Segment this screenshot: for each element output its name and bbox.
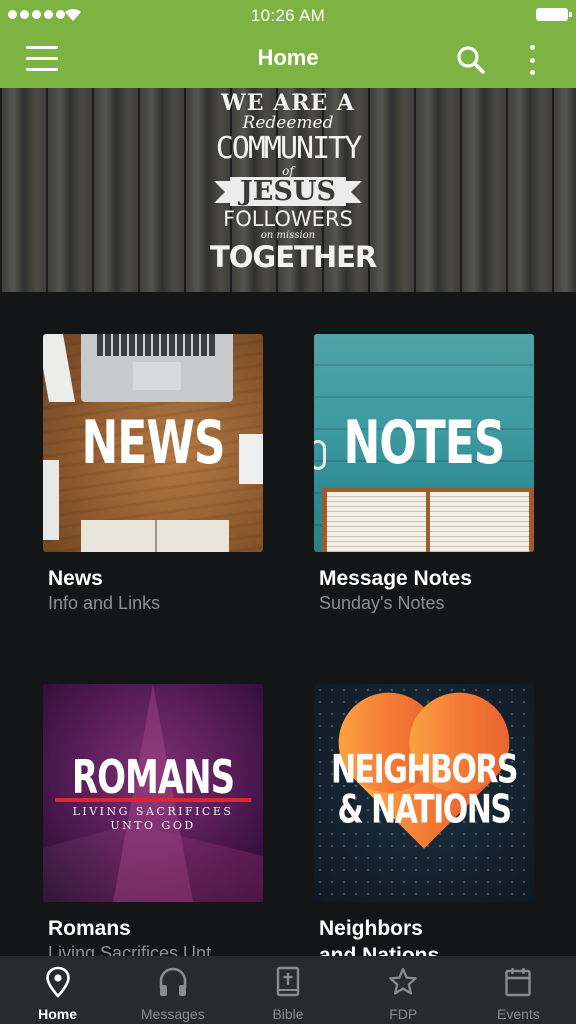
headphones-icon <box>159 967 187 996</box>
image-text: & NATIONS <box>337 787 512 834</box>
card-subtitle: Sunday's Notes <box>319 593 445 614</box>
tab-events[interactable]: Events <box>461 956 576 1024</box>
banner-line: COMMUNITY <box>215 131 363 166</box>
card-title: News <box>48 567 103 590</box>
tab-label: Home <box>38 1006 78 1022</box>
neighbors-image: NEIGHBORS & NATIONS <box>314 684 534 902</box>
tab-label: FDP <box>389 1006 418 1022</box>
tab-bible[interactable]: Bible <box>230 956 345 1024</box>
page-title: Home <box>257 45 319 70</box>
battery-icon <box>536 8 572 21</box>
map-pin-icon <box>45 966 70 998</box>
hero-banner: WE ARE A Redeemed COMMUNITY of JESUS FOL… <box>0 88 576 292</box>
menu-button[interactable] <box>26 46 60 74</box>
tab-label: Messages <box>140 1006 205 1022</box>
card-title: Neighbors <box>319 917 423 940</box>
image-text: NEWS <box>81 409 225 478</box>
content-grid: NEWS News Info and Links NOTES Message N… <box>0 292 576 956</box>
banner-line: JESUS <box>214 177 362 206</box>
banner-line: WE ARE A <box>221 90 355 116</box>
news-image: NEWS <box>43 334 263 552</box>
image-subtext: LIVING SACRIFICES UNTO GOD <box>72 805 234 832</box>
notes-image: NOTES <box>314 334 534 552</box>
status-bar: 10:26 AM <box>0 0 576 30</box>
tab-home[interactable]: Home <box>0 956 115 1024</box>
image-text: ROMANS <box>71 751 235 805</box>
card-title: Message Notes <box>319 567 472 590</box>
banner-line: TOGETHER <box>210 240 377 274</box>
search-icon[interactable] <box>455 44 487 76</box>
tab-messages[interactable]: Messages <box>115 956 230 1024</box>
card-neighbors-nations[interactable]: NEIGHBORS & NATIONS Neighbors and Nation… <box>314 684 534 956</box>
more-options-button[interactable] <box>520 44 544 76</box>
card-title: Romans <box>48 917 131 940</box>
star-icon <box>389 967 417 995</box>
banner-typography: WE ARE A Redeemed COMMUNITY of JESUS FOL… <box>210 88 377 292</box>
app-bar: Home <box>0 30 576 88</box>
card-romans[interactable]: ROMANS LIVING SACRIFICES UNTO GOD Romans… <box>43 684 263 956</box>
divider <box>55 798 251 802</box>
banner-line: FOLLOWERS <box>223 207 353 231</box>
card-message-notes[interactable]: NOTES Message Notes Sunday's Notes <box>314 334 534 615</box>
image-text: NEIGHBORS <box>330 747 519 794</box>
image-text: NOTES <box>343 409 506 478</box>
card-subtitle: and Nations <box>319 944 440 956</box>
banner-line: Redeemed <box>242 113 334 133</box>
card-subtitle: Living Sacrifices Unt <box>48 943 212 956</box>
tab-label: Bible <box>272 1006 304 1022</box>
status-time: 10:26 AM <box>250 6 326 25</box>
tab-label: Events <box>497 1006 540 1022</box>
card-news[interactable]: NEWS News Info and Links <box>43 334 263 615</box>
bottom-tab-bar: Home Messages Bible FDP Events <box>0 956 576 1024</box>
tab-fdp[interactable]: FDP <box>346 956 461 1024</box>
calendar-icon <box>505 968 532 997</box>
romans-image: ROMANS LIVING SACRIFICES UNTO GOD <box>43 684 263 902</box>
bible-icon <box>276 966 300 997</box>
card-subtitle: Info and Links <box>48 593 161 614</box>
